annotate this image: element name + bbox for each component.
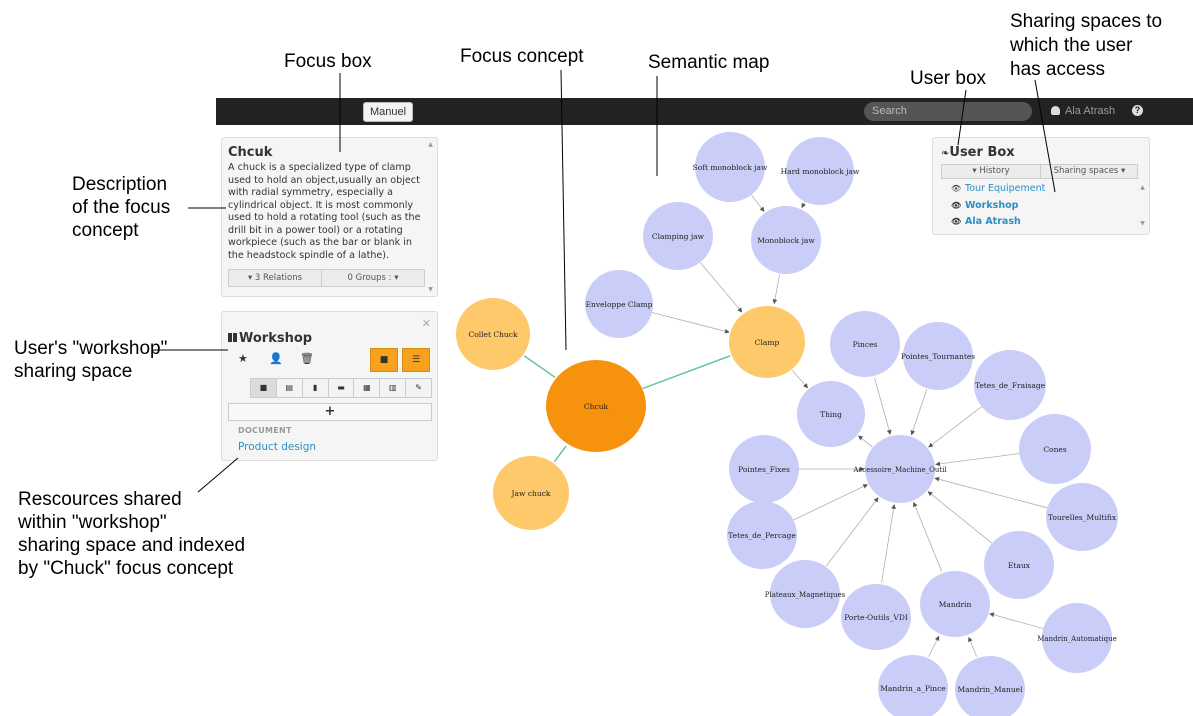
map-node-mandrin_pince[interactable]: Mandrin_a_Pince — [878, 655, 948, 716]
map-edge — [700, 262, 743, 313]
map-node-label: Accessoire_Machine_Outil — [852, 466, 947, 474]
map-node-softjaw[interactable]: Soft monoblock jaw — [693, 132, 768, 202]
map-edge — [881, 504, 896, 583]
map-node-label: Monoblock jaw — [757, 236, 815, 245]
map-node-cones[interactable]: Cones — [1019, 414, 1091, 484]
map-node-enveloppe[interactable]: Enveloppe Clamp — [585, 270, 653, 338]
map-edge — [523, 355, 556, 378]
map-node-tourelles[interactable]: Tourelles_Multifix — [1046, 483, 1118, 551]
map-edge — [642, 355, 731, 390]
map-node-mandrin_manuel[interactable]: Mandrin_Manuel — [955, 656, 1025, 716]
map-edge — [928, 406, 982, 448]
map-node-label: Mandrin_a_Pince — [880, 684, 946, 693]
map-node-chcuk[interactable]: Chcuk — [546, 360, 646, 452]
map-edge — [989, 612, 1044, 629]
map-node-label: Jaw chuck — [511, 489, 551, 498]
map-node-collet[interactable]: Collet Chuck — [456, 298, 530, 370]
map-edge — [857, 435, 873, 448]
map-node-label: Pointes_Tournantes — [901, 352, 975, 361]
map-node-label: Tetes_de_Fraisage — [975, 381, 1046, 390]
map-node-label: Porte-Outils_VDI — [844, 613, 908, 622]
map-node-label: Collet Chuck — [468, 330, 517, 339]
map-node-label: Pinces — [853, 340, 878, 349]
map-edge — [750, 194, 765, 212]
map-node-mandrin_auto[interactable]: Mandrin_Automatique — [1037, 603, 1117, 673]
map-node-pinces[interactable]: Pinces — [830, 311, 900, 377]
map-node-label: Pointes_Fixes — [738, 465, 790, 474]
map-node-label: Enveloppe Clamp — [586, 300, 653, 309]
map-node-label: Soft monoblock jaw — [693, 163, 768, 172]
map-node-clampjaw[interactable]: Clamping jaw — [643, 202, 713, 270]
map-node-jawchuck[interactable]: Jaw chuck — [493, 456, 569, 530]
map-edge — [801, 201, 806, 209]
map-node-acc[interactable]: Accessoire_Machine_Outil — [852, 435, 947, 503]
map-node-porte[interactable]: Porte-Outils_VDI — [841, 584, 911, 650]
map-edge — [651, 312, 730, 334]
map-node-label: Cones — [1043, 445, 1067, 454]
map-node-plateaux[interactable]: Plateaux_Magnetiques — [765, 560, 846, 628]
map-node-label: Mandrin_Automatique — [1037, 635, 1117, 643]
map-edge — [928, 635, 940, 657]
map-node-pointes_t[interactable]: Pointes_Tournantes — [901, 322, 975, 390]
map-node-clamp[interactable]: Clamp — [729, 306, 805, 378]
map-node-tetes_f[interactable]: Tetes_de_Fraisage — [974, 350, 1046, 420]
map-node-tetes_p[interactable]: Tetes_de_Percage — [727, 501, 797, 569]
map-edge — [791, 370, 809, 389]
map-node-etaux[interactable]: Etaux — [984, 531, 1054, 599]
map-edge — [553, 445, 567, 463]
map-node-thing[interactable]: Thing — [797, 381, 865, 447]
map-edge — [968, 636, 978, 657]
map-node-label: Plateaux_Magnetiques — [765, 591, 846, 599]
map-edge — [912, 501, 943, 572]
map-node-label: Tetes_de_Percage — [728, 531, 796, 540]
map-edge — [927, 491, 993, 544]
map-node-hardjaw[interactable]: Hard monoblock jaw — [781, 137, 860, 205]
map-edge — [772, 274, 780, 305]
map-edge — [935, 453, 1020, 467]
map-node-label: Chcuk — [584, 402, 609, 411]
map-node-mandrin[interactable]: Mandrin — [920, 571, 990, 637]
map-node-label: Hard monoblock jaw — [781, 167, 860, 176]
map-node-label: Clamping jaw — [652, 232, 705, 241]
map-edge — [825, 497, 879, 567]
map-node-label: Tourelles_Multifix — [1048, 513, 1117, 522]
map-node-pointes_f[interactable]: Pointes_Fixes — [729, 435, 799, 503]
semantic-map: Chcuk Collet Chuck Jaw chuck Clamp Soft mono… — [456, 132, 1118, 716]
map-node-label: Mandrin — [939, 600, 972, 609]
map-node-monoblock[interactable]: Monoblock jaw — [751, 206, 821, 274]
map-node-label: Thing — [820, 410, 842, 419]
map-node-label: Etaux — [1008, 561, 1031, 570]
map-edge — [874, 377, 892, 435]
map-node-label: Clamp — [755, 338, 780, 347]
map-edge — [793, 484, 868, 521]
map-edge — [934, 476, 1048, 509]
map-node-label: Mandrin_Manuel — [958, 685, 1024, 694]
map-edge — [910, 389, 928, 436]
